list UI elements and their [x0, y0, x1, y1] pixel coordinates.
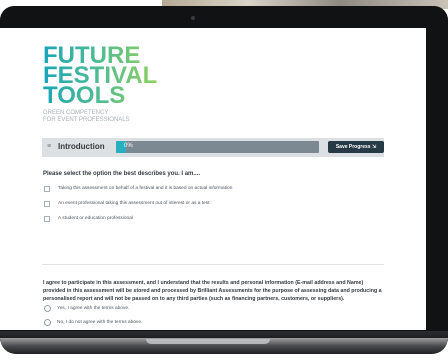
- progress-bar: [116, 141, 319, 153]
- option-row-professional[interactable]: An event professional taking this assess…: [43, 200, 373, 212]
- tagline: GREEN COMPETENCY FOR EVENT PROFESSIONALS: [43, 110, 183, 124]
- checkbox[interactable]: [44, 186, 50, 192]
- option-row-student[interactable]: A student or education professional: [43, 215, 373, 227]
- section-title: Introduction: [58, 142, 105, 151]
- laptop-screenshot-scene: FUTURE FESTIVAL TOOLS GREEN COMPETENCY F…: [0, 0, 448, 363]
- menu-icon[interactable]: ≡: [47, 143, 53, 150]
- save-progress-button[interactable]: Save Progress ⇲: [328, 141, 384, 153]
- consent-yes-option[interactable]: Yes, I agree with the terms above.: [43, 304, 343, 314]
- question-prompt: Please select the option the best descri…: [43, 171, 201, 177]
- consent-no-option[interactable]: No, I do not agree with the terms above.: [43, 318, 343, 328]
- tagline-line-2: FOR EVENT PROFESSIONALS: [43, 117, 130, 123]
- laptop-notch: [146, 339, 270, 344]
- section-divider: [42, 264, 384, 265]
- radio-label: No, I do not agree with the terms above.: [57, 320, 143, 325]
- logo-line-3: TOOLS: [43, 84, 158, 108]
- tagline-line-1: GREEN COMPETENCY: [43, 110, 109, 116]
- checkbox[interactable]: [44, 201, 50, 207]
- consent-text: I agree to participate in this assessmen…: [43, 280, 382, 303]
- option-label: A student or education professional: [58, 216, 133, 221]
- laptop-screen: FUTURE FESTIVAL TOOLS GREEN COMPETENCY F…: [0, 28, 426, 330]
- progress-label: 0%: [124, 143, 133, 149]
- option-label: An event professional taking this assess…: [58, 201, 210, 206]
- radio-label: Yes, I agree with the terms above.: [57, 306, 130, 311]
- radio-button[interactable]: [44, 319, 51, 326]
- option-row-festival[interactable]: Taking this assessment on behalf of a fe…: [43, 185, 373, 197]
- future-festival-tools-logo: FUTURE FESTIVAL TOOLS: [43, 44, 158, 108]
- camera-icon: [191, 16, 195, 20]
- checkbox[interactable]: [44, 216, 50, 222]
- radio-button[interactable]: [44, 305, 51, 312]
- option-label: Taking this assessment on behalf of a fe…: [58, 186, 233, 191]
